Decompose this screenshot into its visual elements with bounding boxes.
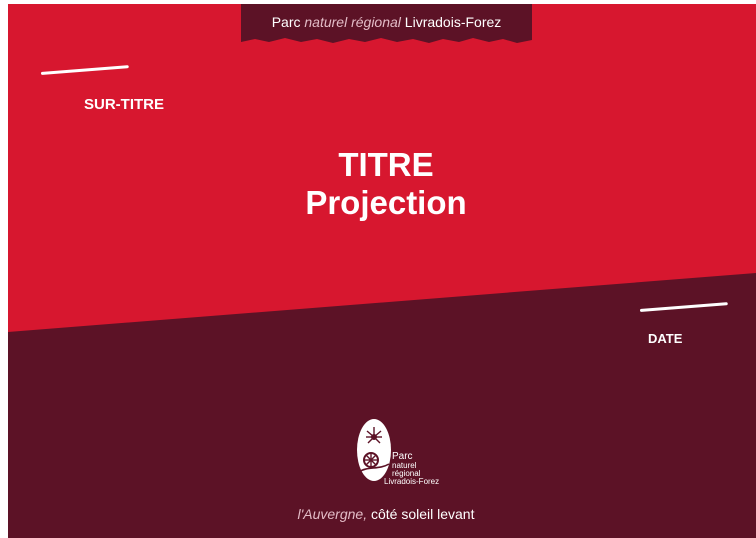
header-title: Parc naturel régional Livradois-Forez xyxy=(241,14,532,30)
slide-title: TITRE Projection xyxy=(180,146,592,222)
surtitle: SUR-TITRE xyxy=(84,96,164,113)
logo-text: Parc naturel régional Livradois-Forez xyxy=(384,452,439,486)
tagline-part-2: côté soleil levant xyxy=(370,506,475,522)
header-name: Livradois-Forez xyxy=(404,14,502,30)
subtitle-line: Projection xyxy=(305,184,467,221)
presentation-slide: Parc naturel régional Livradois-Forez SU… xyxy=(0,0,756,538)
title-line: TITRE xyxy=(338,146,434,183)
date-label: DATE xyxy=(648,331,683,346)
tagline-part-1: l'Auvergne, xyxy=(297,506,368,522)
logo-line-name: Livradois-Forez xyxy=(384,477,440,486)
tagline: l'Auvergne, côté soleil levant xyxy=(200,506,572,522)
header-naturel-regional: naturel régional xyxy=(304,14,401,30)
header-parc: Parc xyxy=(271,14,301,30)
